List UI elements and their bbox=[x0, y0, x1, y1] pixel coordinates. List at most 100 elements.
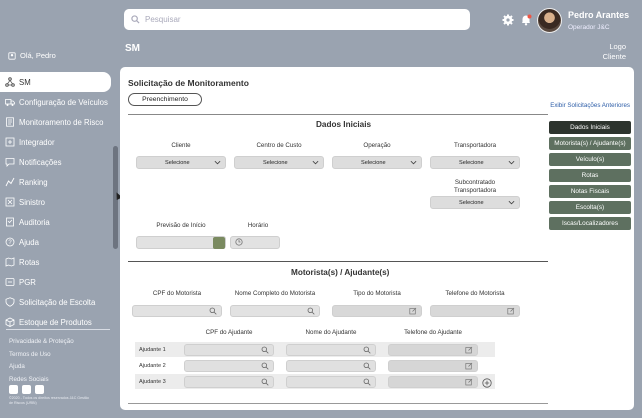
nav-dados-iniciais[interactable]: Dados Iniciais bbox=[549, 121, 631, 134]
sidebar-item-monitoramento-risco[interactable]: Monitoramento de Risco bbox=[0, 112, 112, 132]
sidebar-item-label: SM bbox=[19, 77, 31, 87]
add-circle-icon[interactable] bbox=[482, 378, 492, 388]
label-nome-ajudante: Nome do Ajudante bbox=[305, 329, 357, 336]
client-logo: Logo Cliente bbox=[602, 42, 626, 61]
previsao-inicio-field[interactable] bbox=[136, 236, 226, 249]
sidebar-item-pgr[interactable]: PGR bbox=[0, 272, 112, 292]
chevron-down-icon bbox=[508, 200, 515, 205]
calendar-icon[interactable] bbox=[213, 237, 225, 249]
map-icon bbox=[5, 257, 15, 267]
nav-notas-fiscais[interactable]: Notas Fiscais bbox=[549, 185, 631, 198]
section-title-motoristas: Motorista(s) / Ajudante(s) bbox=[291, 268, 390, 277]
chevron-down-icon bbox=[312, 160, 319, 165]
exibir-solicitacoes-link[interactable]: Exibir Solicitações Anteriores bbox=[550, 102, 630, 109]
telefone-ajudante-1-field[interactable] bbox=[388, 344, 478, 356]
linkedin-icon[interactable] bbox=[35, 385, 44, 394]
telefone-ajudante-3-field[interactable] bbox=[388, 376, 478, 388]
social-icons bbox=[9, 385, 44, 394]
section-title-dados-iniciais: Dados Iniciais bbox=[316, 120, 372, 129]
bell-icon[interactable] bbox=[520, 14, 532, 26]
nav-veiculos[interactable]: Veículo(s) bbox=[549, 153, 631, 166]
horario-field[interactable] bbox=[230, 236, 280, 249]
edit-icon bbox=[465, 362, 473, 370]
label-cliente: Cliente bbox=[171, 142, 191, 149]
label-cpf-ajudante: CPF do Ajudante bbox=[205, 329, 253, 336]
chat-icon bbox=[5, 158, 15, 167]
telefone-motorista-field[interactable] bbox=[430, 305, 520, 317]
select-centro-custo[interactable]: Selecione bbox=[234, 156, 324, 169]
shield-icon bbox=[5, 297, 15, 307]
sidebar-item-sm[interactable]: SM bbox=[0, 72, 111, 92]
nav-rotas[interactable]: Rotas bbox=[549, 169, 631, 182]
sidebar-item-ranking[interactable]: Ranking bbox=[0, 172, 112, 192]
select-operacao[interactable]: Selecione bbox=[332, 156, 422, 169]
search-icon bbox=[307, 307, 315, 315]
divider bbox=[128, 114, 548, 115]
label-subcontratado: Subcontratado Transportadora bbox=[453, 179, 497, 194]
nome-ajudante-2-field[interactable] bbox=[286, 360, 376, 372]
nome-ajudante-3-field[interactable] bbox=[286, 376, 376, 388]
cpf-ajudante-1-field[interactable] bbox=[184, 344, 274, 356]
svg-text:?: ? bbox=[8, 240, 12, 246]
label-telefone-ajudante: Telefone do Ajudante bbox=[404, 329, 462, 336]
link-ajuda[interactable]: Ajuda bbox=[9, 361, 74, 374]
search-input[interactable]: Pesquisar bbox=[145, 15, 181, 24]
sidebar-item-integrador[interactable]: Integrador bbox=[0, 132, 112, 152]
section-navigator: Dados Iniciais Motorista(s) / Ajudante(s… bbox=[549, 121, 631, 233]
greeting-text: Olá, Pedro bbox=[20, 51, 56, 60]
link-privacidade[interactable]: Privacidade & Proteção bbox=[9, 336, 74, 349]
sidebar-item-solicitacao-escolta[interactable]: Solicitação de Escolta bbox=[0, 292, 112, 312]
telefone-ajudante-2-field[interactable] bbox=[388, 360, 478, 372]
ajudante-label: Ajudante 2 bbox=[139, 363, 166, 369]
cpf-ajudante-2-field[interactable] bbox=[184, 360, 274, 372]
divider bbox=[128, 261, 548, 262]
sidebar-item-label: Sinistro bbox=[19, 197, 45, 207]
sidebar-item-label: PGR bbox=[19, 277, 36, 287]
user-icon bbox=[8, 51, 16, 60]
search-icon bbox=[363, 346, 371, 354]
sidebar-item-configuracao-veiculos[interactable]: Configuração de Veículos bbox=[0, 92, 112, 112]
sidebar-item-notificacoes[interactable]: Notificações bbox=[0, 152, 112, 172]
edit-icon bbox=[409, 307, 417, 315]
facebook-icon[interactable] bbox=[22, 385, 31, 394]
select-subcontratado[interactable]: Selecione bbox=[430, 196, 520, 209]
sidebar-item-label: Integrador bbox=[19, 137, 55, 147]
user-role: Operador J&C bbox=[568, 24, 610, 31]
gear-icon[interactable] bbox=[502, 14, 514, 26]
nome-motorista-field[interactable] bbox=[230, 305, 320, 317]
pgr-icon bbox=[5, 278, 15, 286]
instagram-icon[interactable] bbox=[9, 385, 18, 394]
integrator-icon bbox=[5, 137, 15, 147]
clock-icon bbox=[235, 238, 243, 246]
sidebar-item-label: Auditoria bbox=[19, 217, 50, 227]
ajudante-label: Ajudante 3 bbox=[139, 379, 166, 385]
label-nome-motorista: Nome Completo do Motorista bbox=[234, 290, 316, 297]
nav-iscas-localizadores[interactable]: Iscas/Localizadores bbox=[549, 217, 631, 230]
panel-title: Solicitação de Monitoramento bbox=[128, 78, 249, 88]
sidebar-item-ajuda[interactable]: ? Ajuda bbox=[0, 232, 112, 252]
nav-motoristas[interactable]: Motorista(s) / Ajudante(s) bbox=[549, 137, 631, 150]
search-bar[interactable]: Pesquisar bbox=[124, 9, 470, 30]
nav-escoltas[interactable]: Escolta(s) bbox=[549, 201, 631, 214]
document-icon bbox=[6, 117, 14, 127]
edit-icon bbox=[465, 378, 473, 386]
label-cpf-motorista: CPF do Motorista bbox=[152, 290, 202, 297]
select-transportadora[interactable]: Selecione bbox=[430, 156, 520, 169]
cpf-motorista-field[interactable] bbox=[132, 305, 222, 317]
sidebar-item-label: Ajuda bbox=[19, 237, 39, 247]
nome-ajudante-1-field[interactable] bbox=[286, 344, 376, 356]
link-termos[interactable]: Termos de Uso bbox=[9, 349, 74, 362]
sidebar-item-sinistro[interactable]: Sinistro bbox=[0, 192, 112, 212]
tipo-motorista-field[interactable] bbox=[332, 305, 422, 317]
main-panel: Solicitação de Monitoramento Preenchimen… bbox=[120, 67, 634, 410]
sidebar-item-rotas[interactable]: Rotas bbox=[0, 252, 112, 272]
edit-icon bbox=[507, 307, 515, 315]
cpf-ajudante-3-field[interactable] bbox=[184, 376, 274, 388]
sidebar-item-auditoria[interactable]: Auditoria bbox=[0, 212, 112, 232]
avatar[interactable] bbox=[537, 8, 562, 33]
tab-preenchimento[interactable]: Preenchimento bbox=[128, 93, 202, 106]
sidebar-item-label: Solicitação de Escolta bbox=[19, 297, 96, 307]
sidebar-item-label: Ranking bbox=[19, 177, 48, 187]
select-cliente[interactable]: Selecione bbox=[136, 156, 226, 169]
sidebar-item-label: Rotas bbox=[19, 257, 40, 267]
